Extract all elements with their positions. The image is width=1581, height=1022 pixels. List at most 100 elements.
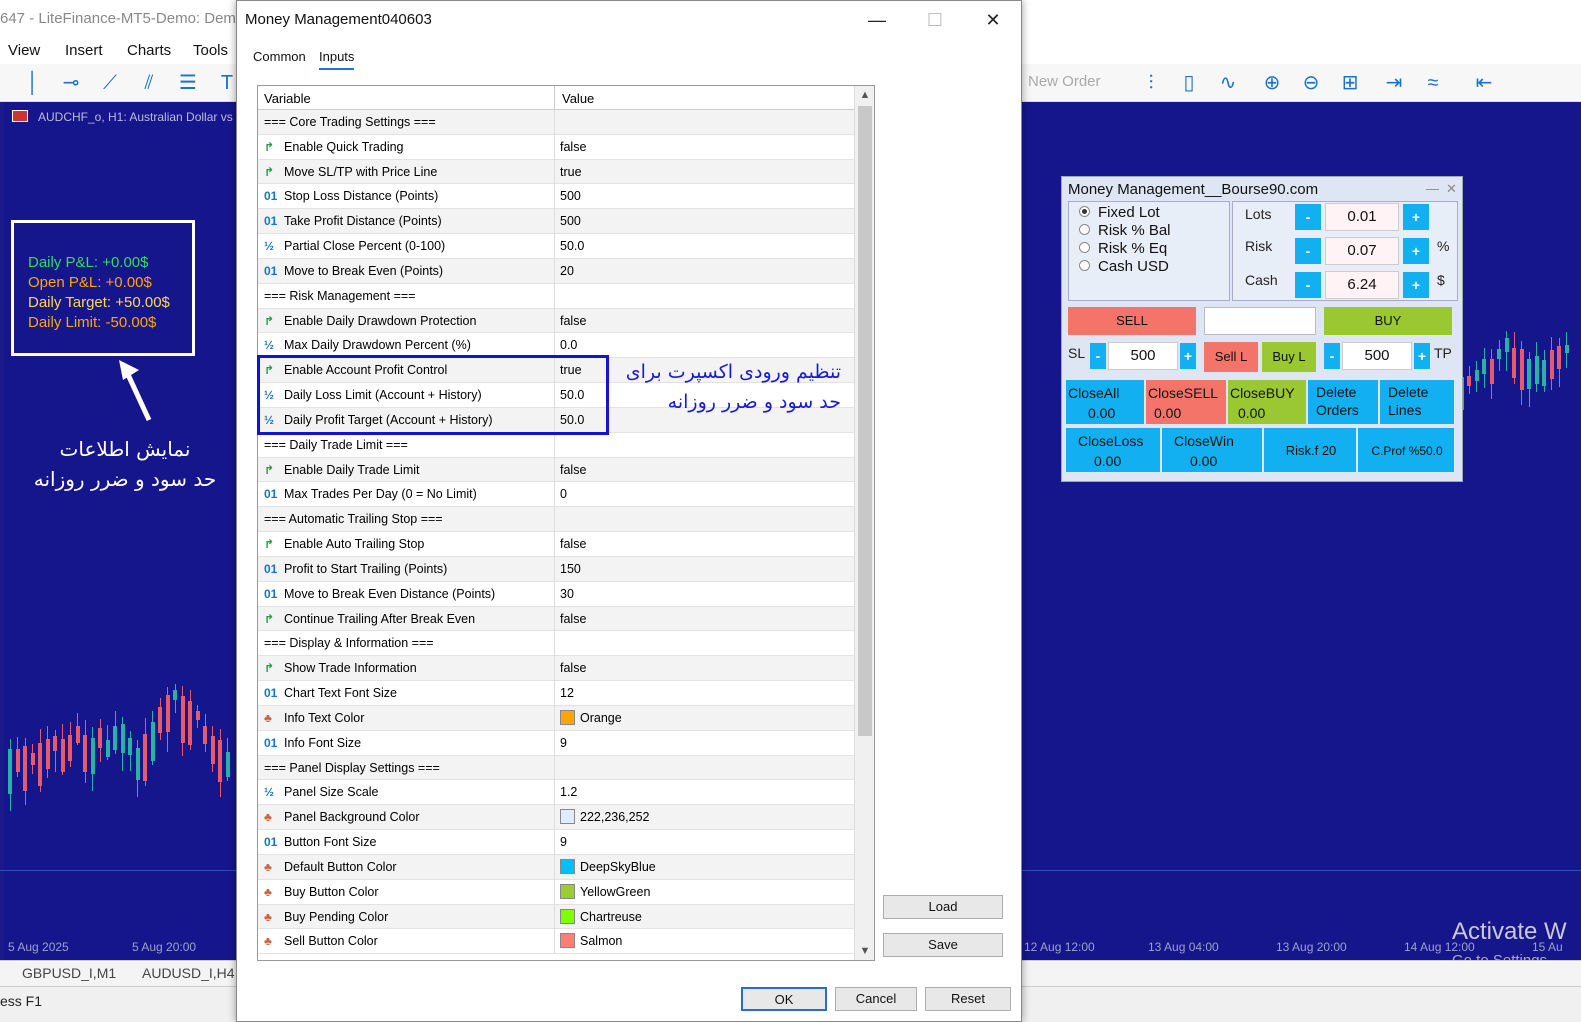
tab-inputs[interactable]: Inputs xyxy=(319,49,355,70)
table-row[interactable]: 01 Chart Text Font Size 12 xyxy=(258,681,854,706)
table-row[interactable]: ↱ Enable Daily Drawdown Protection false xyxy=(258,308,854,334)
lots-plus-button[interactable]: + xyxy=(1403,204,1429,230)
table-row[interactable]: 01 Stop Loss Distance (Points) 500 xyxy=(258,184,854,210)
ok-button[interactable]: OK xyxy=(741,987,827,1011)
table-row[interactable]: ↱ Enable Auto Trailing Stop false xyxy=(258,532,854,557)
value-cell[interactable]: false xyxy=(560,135,586,159)
sl-value[interactable]: 500 xyxy=(1108,342,1178,370)
tab-common[interactable]: Common xyxy=(253,49,306,64)
value-cell[interactable]: false xyxy=(560,532,586,556)
risk-minus-button[interactable]: - xyxy=(1295,238,1321,264)
close-sell-button[interactable]: CloseSELL 0.00 xyxy=(1146,380,1226,424)
table-row[interactable]: ♣ Sell Button Color Salmon xyxy=(258,929,854,955)
value-cell[interactable]: 0 xyxy=(560,482,567,506)
table-row[interactable]: === Daily Trade Limit === xyxy=(258,432,854,458)
mode-risk-bal[interactable]: Risk % Bal xyxy=(1079,222,1171,239)
cancel-button[interactable]: Cancel xyxy=(835,987,917,1011)
close-all-button[interactable]: CloseAll 0.00 xyxy=(1066,380,1144,424)
table-row[interactable]: ↱ Move SL/TP with Price Line true xyxy=(258,159,854,185)
menu-tools[interactable]: Tools xyxy=(193,42,228,59)
close-buy-button[interactable]: CloseBUY 0.00 xyxy=(1228,380,1306,424)
lots-value[interactable]: 0.01 xyxy=(1325,203,1399,231)
value-cell[interactable]: 500 xyxy=(560,209,581,233)
table-row[interactable]: ♣ Buy Button Color YellowGreen xyxy=(258,879,854,905)
value-cell[interactable]: 500 xyxy=(560,184,581,208)
value-cell[interactable]: 30 xyxy=(560,582,574,606)
table-row[interactable]: ♣ Panel Background Color 222,236,252 xyxy=(258,805,854,831)
delete-orders-button[interactable]: Delete Orders xyxy=(1308,380,1378,424)
line-chart-icon[interactable]: ∿ xyxy=(1215,70,1241,96)
bar-chart-icon[interactable]: ⫶ xyxy=(1138,70,1164,96)
minimize-icon[interactable]: — xyxy=(1426,181,1439,196)
table-row[interactable]: 01 Max Trades Per Day (0 = No Limit) 0 xyxy=(258,482,854,508)
price-input[interactable] xyxy=(1204,307,1316,335)
table-row[interactable]: === Panel Display Settings === xyxy=(258,755,854,781)
table-row[interactable]: ½ Panel Size Scale 1.2 xyxy=(258,780,854,806)
mode-fixed-lot[interactable]: Fixed Lot xyxy=(1079,204,1160,221)
lots-minus-button[interactable]: - xyxy=(1295,204,1321,230)
buy-button[interactable]: BUY xyxy=(1324,307,1452,335)
table-row[interactable]: ↱ Show Trade Information false xyxy=(258,656,854,682)
value-cell[interactable]: Salmon xyxy=(560,929,622,953)
table-row[interactable]: 01 Button Font Size 9 xyxy=(258,830,854,855)
grid-scrollbar[interactable]: ▲ ▼ xyxy=(854,86,874,960)
chevron-down-icon[interactable]: ▼ xyxy=(855,942,874,960)
save-button[interactable]: Save xyxy=(883,933,1003,957)
cash-plus-button[interactable]: + xyxy=(1403,272,1429,298)
value-cell[interactable]: 222,236,252 xyxy=(560,805,650,829)
cash-minus-button[interactable]: - xyxy=(1295,272,1321,298)
value-cell[interactable]: Chartreuse xyxy=(560,905,642,929)
table-row[interactable]: === Display & Information === xyxy=(258,631,854,657)
horizontal-line-icon[interactable]: ⊸ xyxy=(58,70,84,96)
table-row[interactable]: 01 Info Font Size 9 xyxy=(258,730,854,756)
sell-limit-button[interactable]: Sell L xyxy=(1204,342,1258,372)
value-cell[interactable]: true xyxy=(560,160,582,184)
value-cell[interactable]: false xyxy=(560,309,586,333)
delete-lines-button[interactable]: Delete Lines xyxy=(1380,380,1454,424)
table-row[interactable]: 01 Profit to Start Trailing (Points) 150 xyxy=(258,556,854,582)
mode-risk-eq[interactable]: Risk % Eq xyxy=(1079,240,1167,257)
table-row[interactable]: === Automatic Trailing Stop === xyxy=(258,507,854,533)
table-row[interactable]: ↱ Enable Quick Trading false xyxy=(258,134,854,160)
close-icon[interactable]: ✕ xyxy=(973,7,1013,33)
maximize-icon[interactable]: ☐ xyxy=(915,7,955,33)
scroll-thumb[interactable] xyxy=(858,106,872,736)
tp-minus-button[interactable]: - xyxy=(1324,343,1340,369)
value-cell[interactable]: 150 xyxy=(560,557,581,581)
chart-tab-audusd[interactable]: AUDUSD_I,H4 xyxy=(142,965,235,981)
close-profit-button[interactable]: C.Prof %50.0 xyxy=(1358,428,1454,472)
risk-factor-button[interactable]: Risk.f 20 xyxy=(1264,428,1356,472)
zoom-out-icon[interactable]: ⊖ xyxy=(1298,70,1324,96)
load-button[interactable]: Load xyxy=(883,895,1003,919)
vertical-line-icon[interactable]: │ xyxy=(20,70,46,96)
candlestick-icon[interactable]: ▯ xyxy=(1176,70,1202,96)
value-cell[interactable]: YellowGreen xyxy=(560,880,650,904)
value-cell[interactable]: 50.0 xyxy=(560,234,584,258)
mode-cash-usd[interactable]: Cash USD xyxy=(1079,258,1169,275)
risk-value[interactable]: 0.07 xyxy=(1325,237,1399,265)
table-row[interactable]: ½ Partial Close Percent (0-100) 50.0 xyxy=(258,234,854,259)
table-row[interactable]: 01 Move to Break Even (Points) 20 xyxy=(258,258,854,284)
menu-view[interactable]: View xyxy=(8,42,40,59)
close-icon[interactable]: ✕ xyxy=(1446,181,1457,197)
value-cell[interactable]: 9 xyxy=(560,731,567,755)
buy-limit-button[interactable]: Buy L xyxy=(1262,342,1316,372)
reset-button[interactable]: Reset xyxy=(925,987,1011,1011)
indicators-icon[interactable]: ≈ xyxy=(1420,70,1446,96)
table-row[interactable]: 01 Take Profit Distance (Points) 500 xyxy=(258,209,854,235)
cash-value[interactable]: 6.24 xyxy=(1325,271,1399,299)
trendline-icon[interactable]: ⟋ xyxy=(97,70,123,96)
zoom-in-icon[interactable]: ⊕ xyxy=(1259,70,1285,96)
column-header-value[interactable]: Value xyxy=(562,91,594,106)
menu-insert[interactable]: Insert xyxy=(65,42,103,59)
value-cell[interactable]: Orange xyxy=(560,706,622,730)
fibonacci-icon[interactable]: ☰ xyxy=(175,70,201,96)
sl-minus-button[interactable]: - xyxy=(1090,343,1106,369)
table-row[interactable]: ↱ Continue Trailing After Break Even false xyxy=(258,606,854,632)
value-cell[interactable]: 20 xyxy=(560,259,574,283)
channel-icon[interactable]: ⫽ xyxy=(136,70,162,96)
new-order-button[interactable]: New Order xyxy=(1028,73,1101,90)
table-row[interactable]: === Risk Management === xyxy=(258,283,854,309)
value-cell[interactable]: 9 xyxy=(560,830,567,854)
column-header-variable[interactable]: Variable xyxy=(264,91,311,106)
